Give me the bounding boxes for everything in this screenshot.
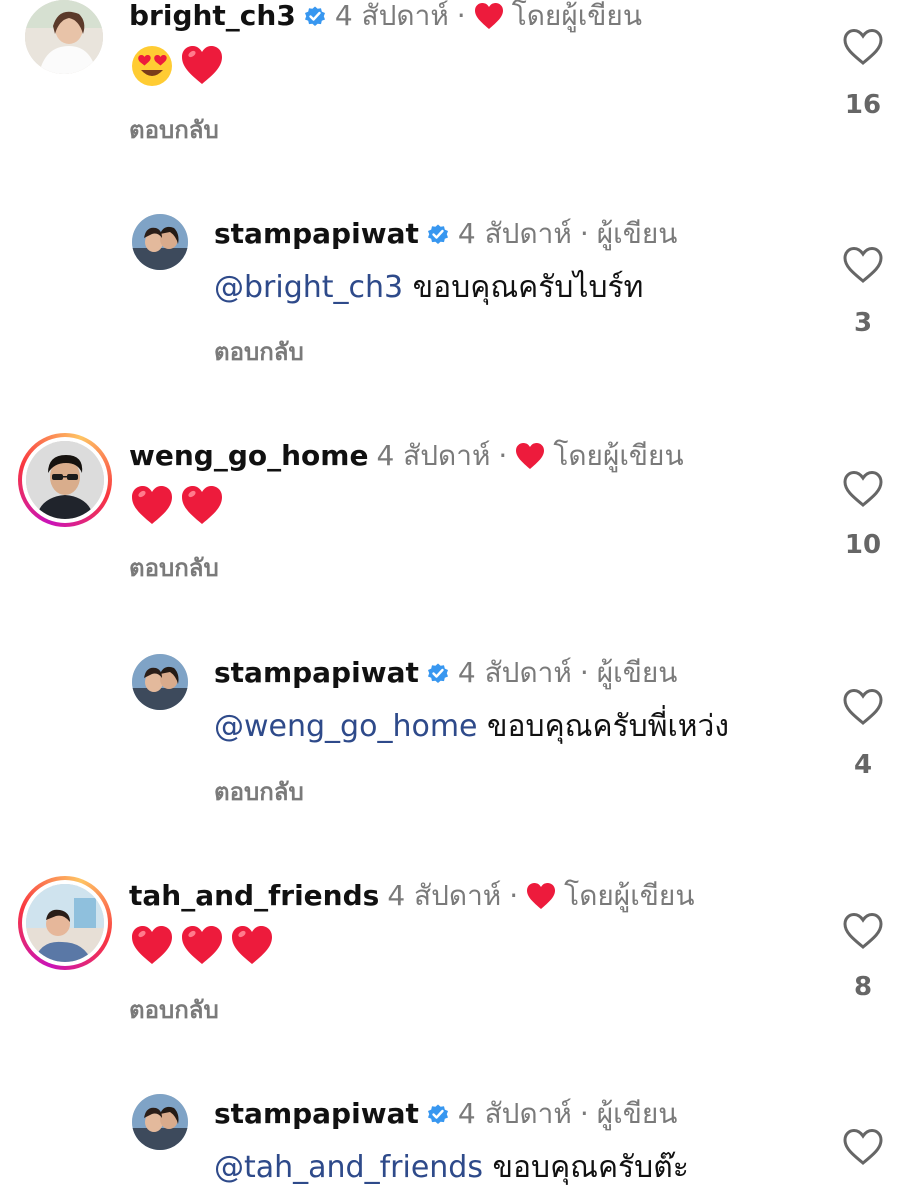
liked-by-author-label: โดยผู้เขียน: [511, 0, 642, 32]
red-heart-emoji: [132, 926, 172, 964]
verified-badge-icon: [426, 1102, 450, 1126]
comment-header: stampapiwat 4 สัปดาห์ · ผู้เขียน: [214, 1096, 677, 1132]
author-label: ผู้เขียน: [596, 217, 678, 250]
like-count: 3: [853, 308, 873, 338]
comment-header: tah_and_friends 4 สัปดาห์ · โดยผู้เขียน: [129, 878, 694, 914]
timestamp: 4 สัปดาห์: [457, 1097, 572, 1130]
heart-outline-icon[interactable]: [843, 28, 883, 66]
timestamp: 4 สัปดาห์: [457, 217, 572, 250]
comment-body: ขอบคุณครับไบร์ท: [403, 270, 644, 305]
username[interactable]: tah_and_friends: [129, 878, 379, 914]
author-label: ผู้เขียน: [596, 656, 678, 689]
heart-filled-icon: [474, 2, 504, 30]
verified-badge-icon: [303, 4, 327, 28]
comment-header: stampapiwat 4 สัปดาห์ · ผู้เขียน: [214, 216, 677, 252]
comment-body: ขอบคุณครับต๊ะ: [482, 1150, 689, 1185]
liked-by-author-label: โดยผู้เขียน: [553, 439, 684, 472]
avatar[interactable]: [132, 1094, 188, 1150]
heart-outline-icon[interactable]: [843, 470, 883, 508]
like-count: 16: [844, 90, 882, 120]
red-heart-emoji: [132, 486, 172, 524]
comment-header: stampapiwat 4 สัปดาห์ · ผู้เขียน: [214, 655, 677, 691]
separator: ·: [498, 439, 508, 472]
reply-button[interactable]: ตอบกลับ: [214, 772, 304, 811]
red-heart-emoji: [182, 926, 222, 964]
avatar[interactable]: [26, 441, 104, 519]
username[interactable]: weng_go_home: [129, 438, 368, 474]
separator: ·: [509, 879, 519, 912]
avatar[interactable]: [132, 214, 188, 270]
heart-filled-icon: [526, 882, 556, 910]
mention-link[interactable]: @bright_ch3: [214, 270, 403, 305]
like-count: 8: [853, 972, 873, 1002]
timestamp: 4 สัปดาห์: [334, 0, 449, 32]
username[interactable]: stampapiwat: [214, 216, 419, 252]
avatar[interactable]: [132, 654, 188, 710]
verified-badge-icon: [426, 661, 450, 685]
author-label: ผู้เขียน: [596, 1097, 678, 1130]
comment-emoji: [130, 484, 224, 528]
red-heart-emoji: [232, 926, 272, 964]
red-heart-emoji: [182, 486, 222, 524]
like-count: 10: [844, 530, 882, 560]
comment-text: @tah_and_friends ขอบคุณครับต๊ะ: [214, 1148, 689, 1188]
comment-text: @bright_ch3 ขอบคุณครับไบร์ท: [214, 268, 643, 308]
comment-text: @weng_go_home ขอบคุณครับพี่เหว่ง: [214, 707, 729, 747]
separator: ·: [579, 1097, 589, 1130]
separator: ·: [579, 656, 589, 689]
timestamp: 4 สัปดาห์: [376, 439, 491, 472]
like-count: 4: [853, 750, 873, 780]
liked-by-author-label: โดยผู้เขียน: [564, 879, 695, 912]
username[interactable]: stampapiwat: [214, 655, 419, 691]
heart-outline-icon[interactable]: [843, 1128, 883, 1166]
reply-button[interactable]: ตอบกลับ: [129, 548, 219, 587]
separator: ·: [579, 217, 589, 250]
comment-body: ขอบคุณครับพี่เหว่ง: [477, 709, 730, 744]
comment-emoji: [130, 924, 274, 968]
heart-outline-icon[interactable]: [843, 246, 883, 284]
heart-outline-icon[interactable]: [843, 912, 883, 950]
username[interactable]: stampapiwat: [214, 1096, 419, 1132]
comment-emoji: [130, 44, 224, 88]
reply-button[interactable]: ตอบกลับ: [214, 332, 304, 371]
comment-header: bright_ch3 4 สัปดาห์ · โดยผู้เขียน: [129, 0, 642, 34]
mention-link[interactable]: @tah_and_friends: [214, 1150, 483, 1185]
username[interactable]: bright_ch3: [129, 0, 296, 34]
reply-button[interactable]: ตอบกลับ: [129, 990, 219, 1029]
separator: ·: [456, 0, 466, 32]
heart-filled-icon: [515, 442, 545, 470]
comment-header: weng_go_home 4 สัปดาห์ · โดยผู้เขียน: [129, 438, 684, 474]
avatar[interactable]: [26, 884, 104, 962]
mention-link[interactable]: @weng_go_home: [214, 709, 478, 744]
timestamp: 4 สัปดาห์: [457, 656, 572, 689]
avatar[interactable]: [25, 0, 103, 74]
heart-outline-icon[interactable]: [843, 688, 883, 726]
heart-eyes-emoji: [132, 46, 172, 86]
timestamp: 4 สัปดาห์: [387, 879, 502, 912]
reply-button[interactable]: ตอบกลับ: [129, 110, 219, 149]
verified-badge-icon: [426, 222, 450, 246]
red-heart-emoji: [182, 46, 222, 84]
